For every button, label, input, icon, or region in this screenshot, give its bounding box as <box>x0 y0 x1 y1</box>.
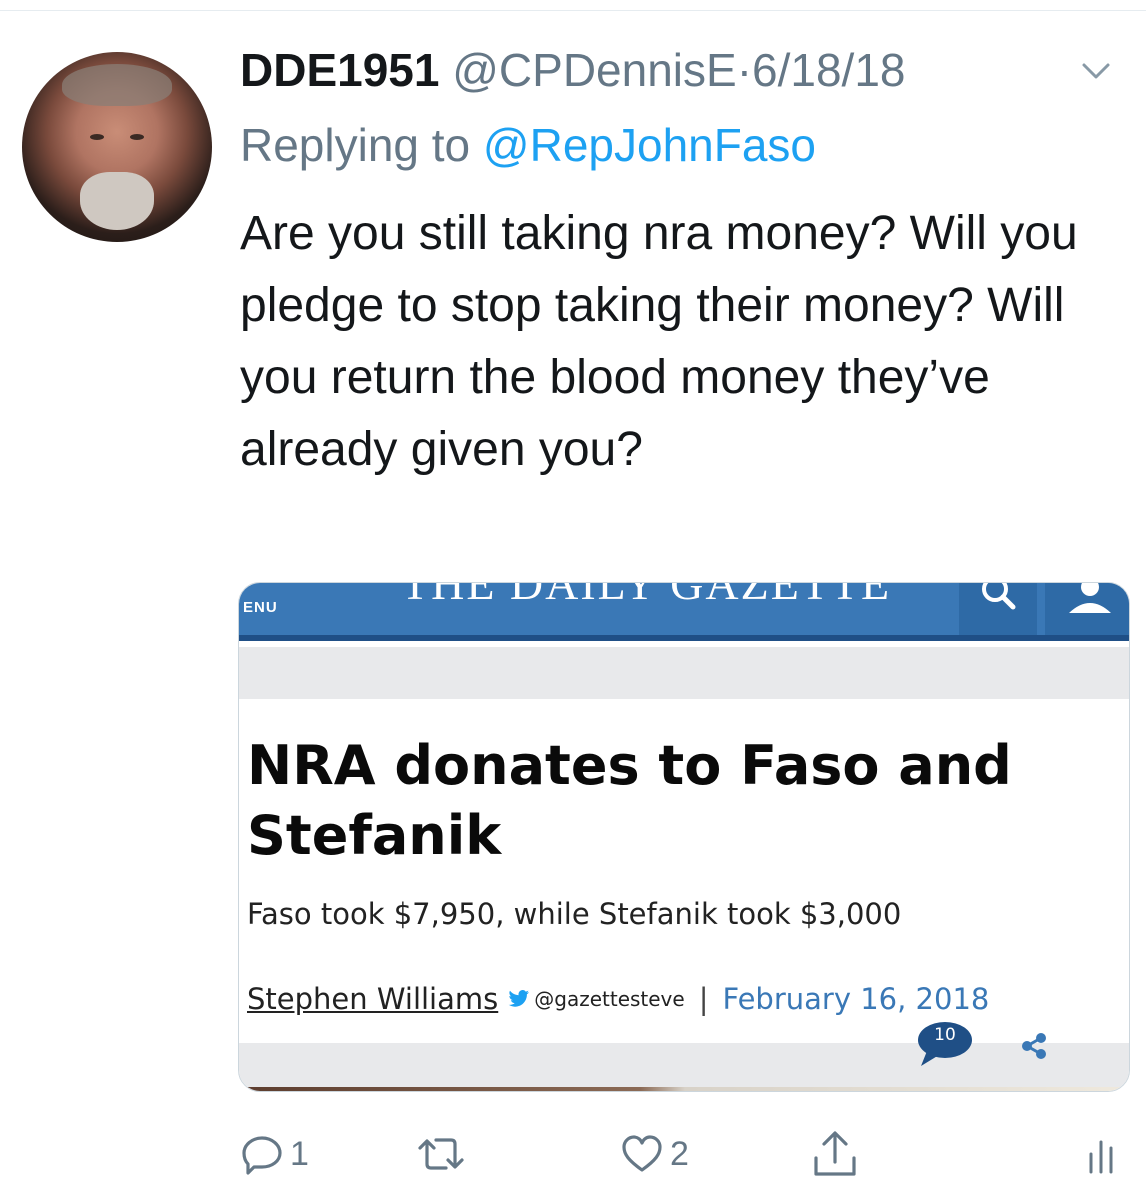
analytics-icon <box>1089 1140 1113 1174</box>
article-subheadline: Faso took $7,950, while Stefanik took $3… <box>247 897 902 931</box>
avatar[interactable] <box>22 52 212 242</box>
tweet-date[interactable]: 6/18/18 <box>752 44 905 96</box>
reply-icon <box>242 1136 282 1175</box>
header-separator: · <box>736 44 753 96</box>
author-name[interactable]: DDE1951 <box>240 44 439 96</box>
retweet-button[interactable] <box>416 1124 472 1184</box>
retweet-icon <box>418 1138 464 1170</box>
article-headline: NRA donates to Faso and Stefanik <box>247 734 1012 867</box>
replying-prefix: Replying to <box>240 119 483 171</box>
article-byline: Stephen Williams @gazettesteve | Februar… <box>247 979 989 1019</box>
share-icon[interactable] <box>1019 1031 1049 1061</box>
article-author[interactable]: Stephen Williams <box>247 982 498 1016</box>
replying-to: Replying to @RepJohnFaso <box>240 115 816 175</box>
upload-icon <box>814 1131 856 1176</box>
twitter-bird-icon <box>508 990 530 1007</box>
gazette-masthead: THE DAILY GAZETTE <box>401 582 892 609</box>
link-card[interactable]: ENU THE DAILY GAZETTE NRA donates to Fas… <box>238 582 1130 1092</box>
replying-to-mention[interactable]: @RepJohnFaso <box>483 119 816 171</box>
chevron-down-icon[interactable] <box>1074 48 1118 92</box>
publish-date: February 16, 2018 <box>722 982 990 1016</box>
menu-label[interactable]: ENU <box>243 599 278 616</box>
tweet-text: Are you still taking nra money? Will you… <box>240 207 1078 476</box>
search-icon[interactable] <box>979 583 1019 613</box>
like-icon <box>622 1135 662 1172</box>
author-handle[interactable]: @CPDennisE <box>452 44 736 96</box>
user-icon[interactable] <box>1065 583 1115 615</box>
like-count: 2 <box>670 1134 689 1173</box>
like-button[interactable]: 2 <box>620 1124 689 1184</box>
top-divider <box>0 10 1146 11</box>
tweet-actions: 1 2 <box>240 1124 1120 1184</box>
comment-count: 10 <box>934 1025 956 1045</box>
article-image-strip <box>239 1087 1129 1091</box>
byline-separator: | <box>698 982 709 1016</box>
reply-count: 1 <box>290 1134 309 1173</box>
gazette-nav-bar: ENU THE DAILY GAZETTE <box>239 582 1129 641</box>
analytics-button[interactable] <box>1086 1124 1116 1184</box>
share-button[interactable] <box>812 1124 858 1184</box>
author-twitter-handle[interactable]: @gazettesteve <box>534 987 684 1011</box>
gazette-toolbar <box>239 1043 1129 1087</box>
reply-button[interactable]: 1 <box>240 1124 309 1184</box>
tweet-header: DDE1951 @CPDennisE·6/18/18 <box>240 40 1100 100</box>
gazette-ad-strip <box>239 647 1129 699</box>
